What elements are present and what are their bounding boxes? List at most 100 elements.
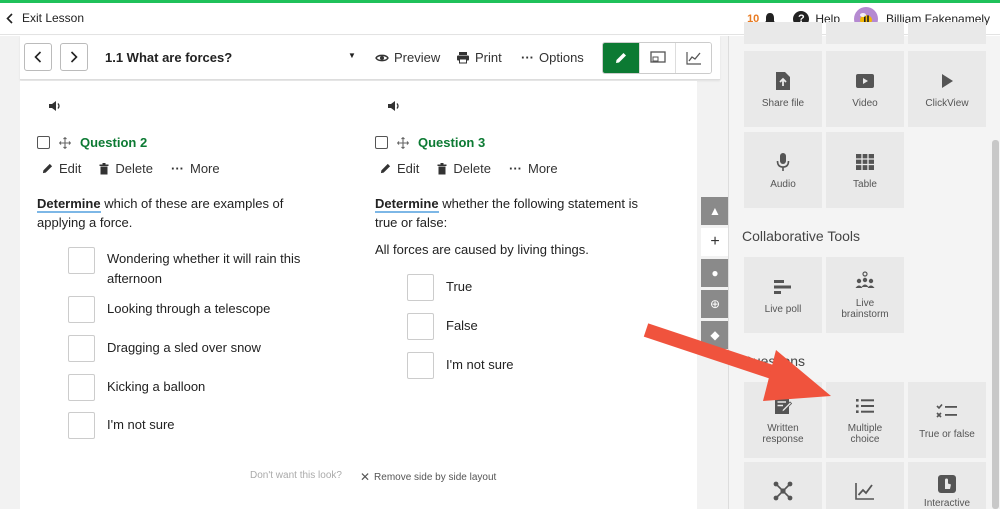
- question-2-title: Question 2: [80, 135, 148, 150]
- tile-network[interactable]: [744, 462, 822, 509]
- move-handle-icon[interactable]: [59, 136, 71, 149]
- answer-option-text: Wondering whether it will rain this afte…: [107, 247, 300, 289]
- remove-side-by-side-link[interactable]: ✕ Remove side by side layout: [360, 470, 496, 484]
- question-2-actions: Edit Delete ··· More: [42, 161, 220, 176]
- tile-label: response: [762, 434, 804, 445]
- tile-label: Interactive: [923, 498, 971, 509]
- tile-share-file[interactable]: Share file: [744, 51, 822, 127]
- answer-line: afternoon: [107, 271, 162, 286]
- tile-partial[interactable]: [744, 22, 822, 44]
- edit-note-icon: [775, 398, 792, 414]
- answer-option-text: True: [446, 279, 473, 294]
- chevron-left-icon: [6, 12, 13, 24]
- lesson-toolbar: 1.1 What are forces? ▼ Preview Print ···…: [20, 36, 720, 80]
- chevron-left-icon: [34, 51, 42, 63]
- more-label: More: [527, 161, 558, 176]
- question-keyword[interactable]: Determine: [37, 196, 101, 213]
- tile-interactive[interactable]: Interactive: [908, 462, 986, 509]
- answer-checkbox[interactable]: [68, 335, 95, 362]
- collaborative-tools-heading: Collaborative Tools: [742, 228, 861, 244]
- more-button[interactable]: ··· More: [509, 161, 558, 176]
- print-label: Print: [475, 50, 502, 65]
- preview-button[interactable]: Preview: [375, 50, 440, 65]
- pencil-icon: [380, 163, 391, 174]
- question-3-prompt: Determine whether the following statemen…: [375, 194, 675, 232]
- question-3-checkbox[interactable]: [375, 136, 388, 149]
- answer-checkbox[interactable]: [68, 247, 95, 274]
- edit-label: Edit: [397, 161, 420, 176]
- video-icon: [856, 73, 874, 88]
- question-keyword[interactable]: Determine: [375, 196, 439, 213]
- tile-line-chart[interactable]: [826, 462, 904, 509]
- tile-multiple-choice[interactable]: Multiple choice: [826, 382, 904, 458]
- edit-button[interactable]: Edit: [380, 161, 419, 176]
- add-tool-button[interactable]: +: [701, 228, 729, 256]
- tile-label: Audio: [770, 178, 796, 190]
- move-handle-icon[interactable]: [397, 136, 409, 149]
- answer-checkbox[interactable]: [407, 274, 434, 301]
- answer-checkbox[interactable]: [68, 412, 95, 439]
- pencil-icon: [616, 53, 626, 63]
- chevron-down-icon[interactable]: ▼: [348, 51, 356, 60]
- bar-chart-icon: [774, 279, 791, 294]
- answer-option: I'm not sure: [68, 412, 175, 439]
- tile-table[interactable]: Table: [826, 132, 904, 208]
- answer-option: False: [407, 313, 478, 340]
- delete-label: Delete: [453, 161, 491, 176]
- lesson-title-select[interactable]: 1.1 What are forces?: [105, 50, 232, 65]
- question-2-checkbox[interactable]: [37, 136, 50, 149]
- extra-tool-button[interactable]: ◆: [701, 321, 729, 349]
- tile-clickview[interactable]: ClickView: [908, 51, 986, 127]
- printer-icon: [457, 52, 469, 64]
- question-3-header: Question 3: [375, 135, 485, 150]
- present-mode-button[interactable]: [639, 43, 675, 73]
- tile-true-or-false[interactable]: True or false: [908, 382, 986, 458]
- microphone-icon: [776, 152, 790, 171]
- tile-label: True or false: [919, 428, 975, 440]
- question-2-prompt: Determine which of these are examples of…: [37, 194, 327, 232]
- tile-video[interactable]: Video: [826, 51, 904, 127]
- pencil-icon: [42, 163, 53, 174]
- tile-live-poll[interactable]: Live poll: [744, 257, 822, 333]
- previous-slide-button[interactable]: [24, 43, 52, 71]
- plus-icon: +: [710, 233, 720, 250]
- insights-mode-button[interactable]: [675, 43, 711, 73]
- options-label: Options: [539, 50, 584, 65]
- network-icon: [773, 481, 793, 501]
- chat-bubble-icon: ●: [711, 266, 719, 280]
- answer-checkbox[interactable]: [68, 374, 95, 401]
- link-icon: ◆: [710, 328, 720, 342]
- print-button[interactable]: Print: [456, 50, 502, 65]
- edit-button[interactable]: Edit: [42, 161, 81, 176]
- stack-tool-button[interactable]: ▲: [701, 197, 729, 225]
- edit-mode-button[interactable]: [603, 43, 639, 73]
- speaker-icon[interactable]: [48, 100, 62, 112]
- prompt-text: which of these are examples of: [100, 196, 284, 211]
- tile-partial[interactable]: [826, 22, 904, 44]
- tile-live-brainstorm[interactable]: Live brainstorm: [826, 257, 904, 333]
- answer-checkbox[interactable]: [407, 313, 434, 340]
- next-slide-button[interactable]: [60, 43, 88, 71]
- question-2-header: Question 2: [37, 135, 147, 150]
- delete-button[interactable]: Delete: [437, 161, 491, 176]
- answer-checkbox[interactable]: [407, 352, 434, 379]
- answer-checkbox[interactable]: [68, 296, 95, 323]
- upload-file-icon: [776, 71, 790, 90]
- tile-written-response[interactable]: Written response: [744, 382, 822, 458]
- checklist-icon: [936, 403, 957, 418]
- tile-audio[interactable]: Audio: [744, 132, 822, 208]
- side-tool-rail: ▲ + ● ⊕ ◆: [701, 197, 729, 352]
- tile-partial[interactable]: [908, 22, 986, 44]
- comment-tool-button[interactable]: ●: [701, 259, 729, 287]
- more-button[interactable]: ··· More: [171, 161, 220, 176]
- exit-lesson-link[interactable]: Exit Lesson: [6, 11, 84, 25]
- delete-button[interactable]: Delete: [99, 161, 153, 176]
- edit-label: Edit: [59, 161, 82, 176]
- question-3-actions: Edit Delete ··· More: [380, 161, 558, 176]
- options-button[interactable]: ··· Options: [521, 50, 584, 65]
- tile-label: Live: [855, 298, 875, 309]
- answer-option: Wondering whether it will rain this afte…: [68, 247, 300, 289]
- panel-scrollbar[interactable]: [992, 140, 999, 509]
- target-tool-button[interactable]: ⊕: [701, 290, 729, 318]
- speaker-icon[interactable]: [387, 100, 401, 112]
